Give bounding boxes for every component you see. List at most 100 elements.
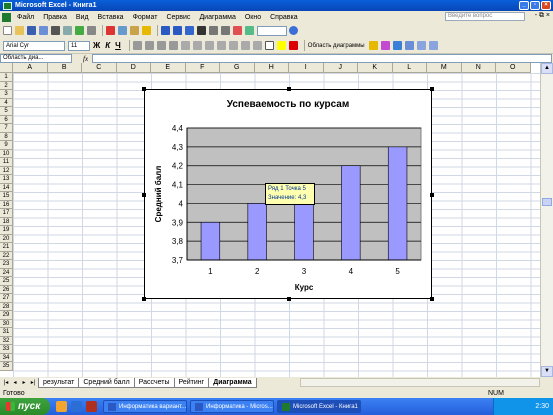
column-header[interactable]: J: [323, 63, 358, 73]
italic-button[interactable]: К: [105, 41, 110, 50]
borders-icon[interactable]: [264, 41, 274, 50]
row-header[interactable]: 25: [0, 277, 13, 286]
row-header[interactable]: 19: [0, 226, 13, 235]
zoom-select[interactable]: [257, 25, 287, 36]
help-icon[interactable]: [289, 26, 298, 35]
sort-ascending-icon[interactable]: [209, 26, 218, 35]
row-header[interactable]: 26: [0, 285, 13, 294]
menu-file[interactable]: Файл: [17, 14, 34, 21]
menu-insert[interactable]: Вставка: [98, 14, 124, 21]
next-sheet-icon[interactable]: ▸: [20, 379, 28, 386]
decrease-decimal-icon[interactable]: [228, 41, 238, 50]
new-icon[interactable]: [3, 26, 12, 35]
prev-sheet-icon[interactable]: ◂: [11, 379, 19, 386]
font-color-icon[interactable]: [288, 41, 298, 50]
increase-decimal-icon[interactable]: [216, 41, 226, 50]
column-header[interactable]: O: [496, 63, 531, 73]
sheet-tab-result[interactable]: результат: [38, 377, 80, 388]
column-header[interactable]: N: [461, 63, 496, 73]
name-box[interactable]: Область диа...: [0, 54, 72, 63]
print-icon[interactable]: [51, 26, 60, 35]
paste-icon[interactable]: [130, 26, 139, 35]
column-header[interactable]: D: [116, 63, 151, 73]
horizontal-scrollbar[interactable]: [300, 378, 540, 387]
row-header[interactable]: 10: [0, 149, 13, 158]
row-header[interactable]: 6: [0, 115, 13, 124]
row-header[interactable]: 18: [0, 217, 13, 226]
row-header[interactable]: 4: [0, 98, 13, 107]
close-button[interactable]: ×: [541, 1, 551, 10]
sheet-tab-chart[interactable]: Диаграмма: [208, 377, 257, 388]
minimize-button[interactable]: _: [519, 1, 529, 10]
permission-icon[interactable]: [39, 26, 48, 35]
first-sheet-icon[interactable]: |◂: [2, 379, 10, 386]
fill-color-icon[interactable]: [276, 41, 286, 50]
increase-indent-icon[interactable]: [252, 41, 262, 50]
format-painter-icon[interactable]: [142, 26, 151, 35]
spelling-icon[interactable]: [75, 26, 84, 35]
clock[interactable]: 2:30: [535, 403, 549, 410]
row-header[interactable]: 3: [0, 90, 13, 99]
copy-icon[interactable]: [118, 26, 127, 35]
row-header[interactable]: 27: [0, 294, 13, 303]
menu-help[interactable]: Справка: [270, 14, 297, 21]
underline-button[interactable]: Ч: [115, 41, 121, 50]
save-icon[interactable]: [27, 26, 36, 35]
row-header[interactable]: 5: [0, 107, 13, 116]
currency-icon[interactable]: [180, 41, 190, 50]
column-header[interactable]: M: [427, 63, 462, 73]
align-center-icon[interactable]: [144, 41, 154, 50]
taskbar-item-word-2[interactable]: Информатика - Micros...: [190, 400, 274, 413]
row-header[interactable]: 8: [0, 132, 13, 141]
sheet-tab-rating[interactable]: Рейтинг: [173, 377, 210, 388]
last-sheet-icon[interactable]: ▸|: [29, 379, 37, 386]
column-header[interactable]: I: [289, 63, 324, 73]
row-header[interactable]: 9: [0, 141, 13, 150]
comma-style-icon[interactable]: [204, 41, 214, 50]
workbook-icon[interactable]: [2, 12, 11, 22]
row-header[interactable]: 2: [0, 81, 13, 90]
drawing-icon[interactable]: [245, 26, 254, 35]
scroll-down-icon[interactable]: ▼: [541, 366, 553, 377]
column-header[interactable]: K: [358, 63, 393, 73]
insert-function-icon[interactable]: fx: [83, 55, 88, 63]
row-header[interactable]: 21: [0, 243, 13, 252]
row-header[interactable]: 33: [0, 345, 13, 354]
column-header[interactable]: E: [151, 63, 186, 73]
column-header[interactable]: C: [82, 63, 117, 73]
font-size-select[interactable]: 11: [68, 40, 90, 51]
start-button[interactable]: пуск: [0, 398, 50, 415]
format-chart-area-icon[interactable]: [368, 41, 378, 50]
row-header[interactable]: 12: [0, 166, 13, 175]
row-header[interactable]: 23: [0, 260, 13, 269]
redo-icon[interactable]: [173, 26, 182, 35]
by-column-icon[interactable]: [428, 41, 438, 50]
legend-icon[interactable]: [392, 41, 402, 50]
menu-edit[interactable]: Правка: [43, 14, 67, 21]
row-header[interactable]: 28: [0, 302, 13, 311]
formula-input[interactable]: [92, 54, 553, 63]
sheet-tab-calculations[interactable]: Рассчеты: [133, 377, 175, 388]
row-header[interactable]: 14: [0, 183, 13, 192]
menu-chart[interactable]: Диаграмма: [199, 14, 235, 21]
data-table-icon[interactable]: [404, 41, 414, 50]
row-header[interactable]: 34: [0, 353, 13, 362]
browser-icon[interactable]: [56, 401, 67, 412]
merge-center-icon[interactable]: [168, 41, 178, 50]
by-row-icon[interactable]: [416, 41, 426, 50]
row-header[interactable]: 13: [0, 175, 13, 184]
row-header[interactable]: 31: [0, 328, 13, 337]
row-header[interactable]: 17: [0, 209, 13, 218]
row-header[interactable]: 7: [0, 124, 13, 133]
sheet-tab-average[interactable]: Средний балл: [78, 377, 135, 388]
menu-format[interactable]: Формат: [133, 14, 158, 21]
row-header[interactable]: 16: [0, 200, 13, 209]
menu-window[interactable]: Окно: [245, 14, 261, 21]
app-icon[interactable]: [86, 401, 97, 412]
column-header[interactable]: L: [392, 63, 427, 73]
select-all-corner[interactable]: [0, 63, 13, 73]
help-question-input[interactable]: Введите вопрос: [445, 12, 525, 21]
workbook-window-controls[interactable]: - ⧉ ×: [535, 12, 550, 20]
row-header[interactable]: 11: [0, 158, 13, 167]
undo-icon[interactable]: [161, 26, 170, 35]
